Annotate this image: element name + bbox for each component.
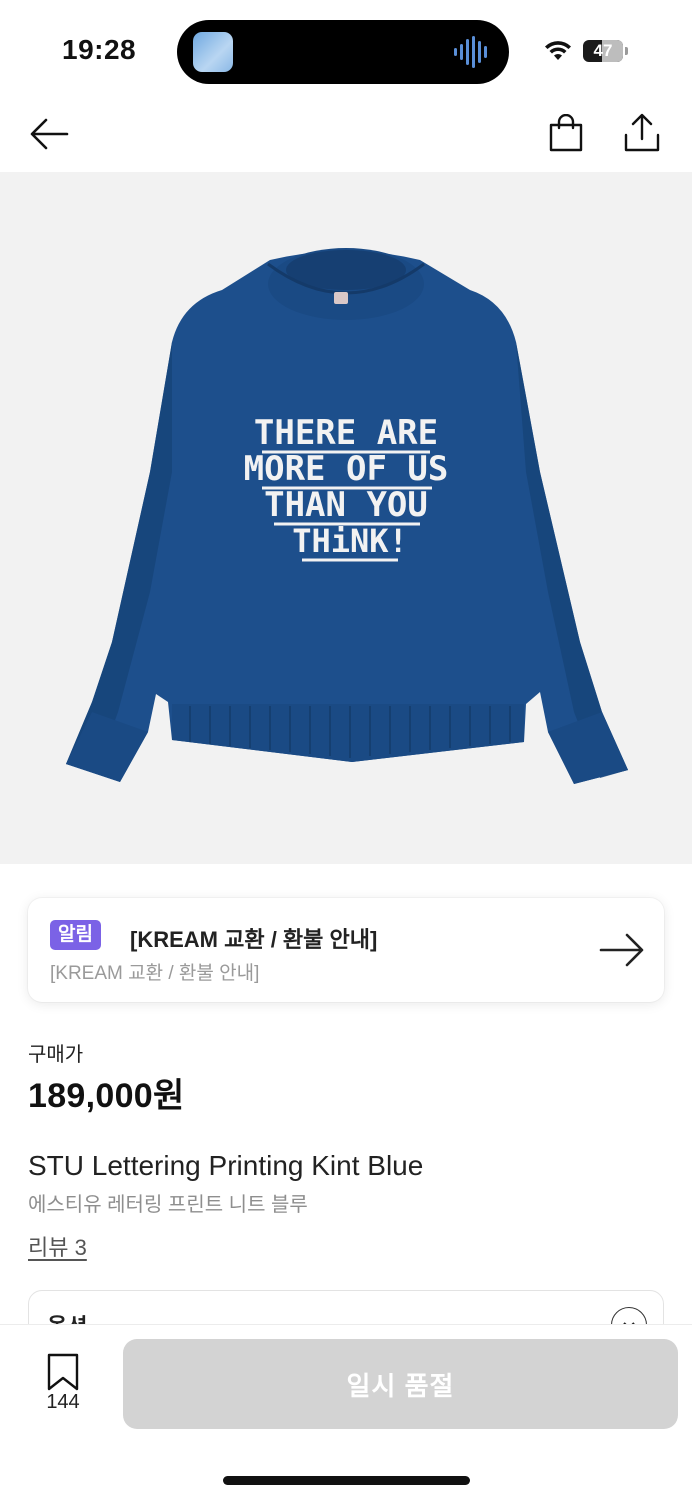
product-image[interactable]: THERE ARE MORE OF US THAN YOU THiNK! [0,172,692,864]
product-name-ko: 에스티유 레터링 프린트 니트 블루 [28,1194,308,1216]
home-indicator[interactable] [223,1476,470,1485]
status-time: 19:28 [62,34,137,65]
battery-level: 47 [593,41,613,60]
reviews-link[interactable]: 리뷰 3 [28,1230,87,1262]
audio-waveform-icon [454,36,487,68]
notice-card[interactable]: 알림 [KREAM 교환 / 환불 안내] [KREAM 교환 / 환불 안내] [28,898,664,1002]
battery-icon: 47 [583,40,623,62]
shopping-bag-icon [549,114,583,152]
now-playing-app-icon [193,32,233,72]
print-line-4: THiNK! [292,522,408,560]
arrow-left-icon [30,118,69,150]
bookmark-button[interactable]: 144 [34,1349,92,1419]
print-line-2: MORE OF US [244,449,449,489]
print-line-3: THAN YOU [264,485,428,525]
status-bar: 19:28 47 [0,0,692,100]
price-value: 189,000원 [28,1077,185,1115]
soldout-button[interactable]: 일시 품절 [123,1339,678,1429]
share-icon [624,113,660,152]
arrow-right-icon [599,933,644,967]
price-label: 구매가 [28,1044,84,1066]
bookmark-icon [47,1353,79,1391]
product-name-en: STU Lettering Printing Kint Blue [28,1150,424,1181]
bookmark-count: 144 [46,1391,80,1413]
notice-title: [KREAM 교환 / 환불 안내] [130,927,378,952]
print-line-1: THERE ARE [254,413,438,453]
sweater-illustration: THERE ARE MORE OF US THAN YOU THiNK! [66,248,628,784]
notice-arrow-button[interactable] [598,928,646,972]
notice-subtitle: [KREAM 교환 / 환불 안내] [50,963,260,984]
wifi-icon [545,41,571,60]
shopping-bag-button[interactable] [544,110,588,156]
share-button[interactable] [620,110,664,156]
dynamic-island [177,20,509,84]
back-button[interactable] [26,112,72,156]
notice-badge: 알림 [50,920,101,950]
bottom-action-bar: 144 일시 품절 [0,1324,692,1501]
